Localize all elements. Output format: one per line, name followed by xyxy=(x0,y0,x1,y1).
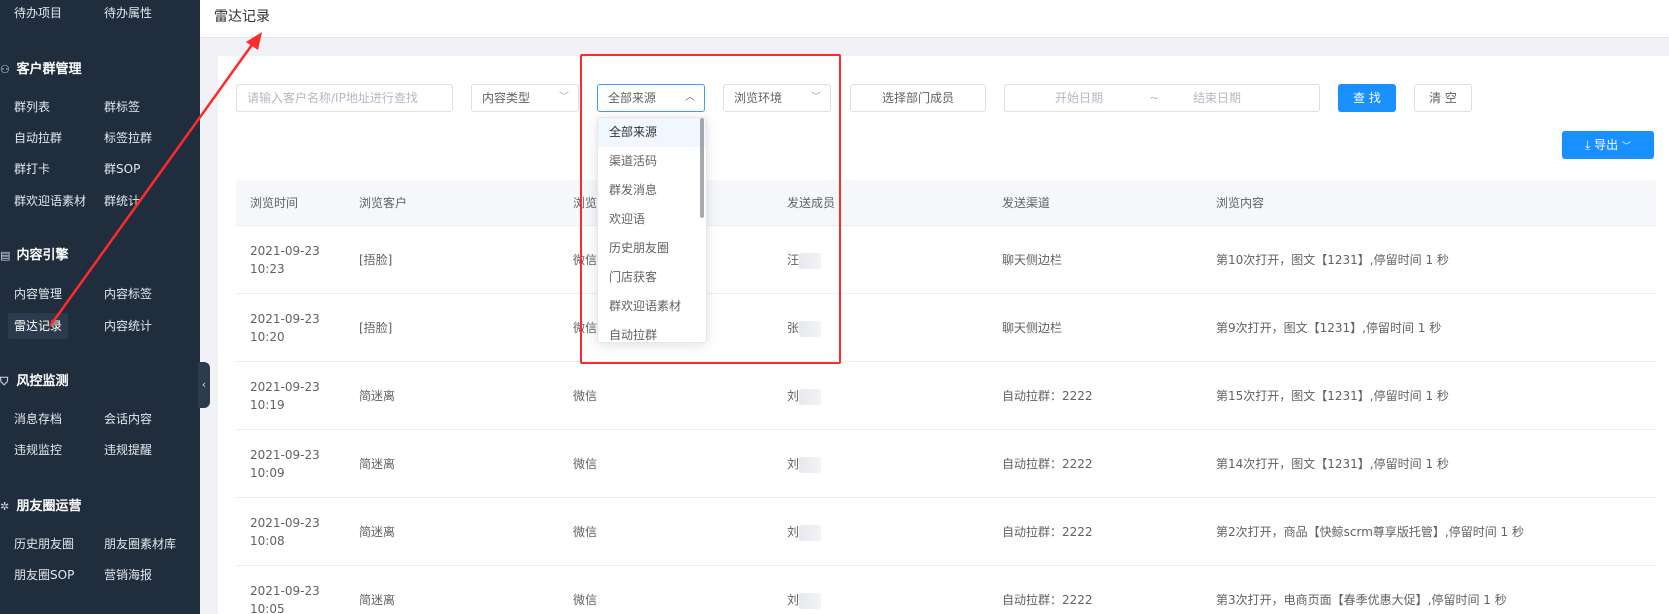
cell-content: 第15次打开，图文【1231】,停留时间 1 秒 xyxy=(1216,389,1449,403)
cell-env: 微信 xyxy=(573,389,598,403)
table-row: 2021-09-23 10:20 [捂脸] 微信 张 聊天侧边栏 第9次打开，图文… xyxy=(236,294,1656,362)
annotation-highlight-box xyxy=(580,54,841,364)
cell-channel: 聊天侧边栏 xyxy=(1002,253,1063,267)
table-row: 2021-09-23 10:23 [捂脸] 微信 汪 聊天侧边栏 第10次打开，图… xyxy=(236,226,1656,294)
cell-env: 微信 xyxy=(573,593,598,607)
date-separator: ~ xyxy=(1149,91,1160,105)
sidebar-item-group-sop[interactable]: 群SOP xyxy=(104,156,140,182)
sidebar-item-moments-history[interactable]: 历史朋友圈 xyxy=(14,531,74,557)
sidebar-item-tag-group[interactable]: 标签拉群 xyxy=(104,125,152,151)
sidebar-item-moments-library[interactable]: 朋友圈素材库 xyxy=(104,531,176,557)
chevron-down-icon: ﹀ xyxy=(1621,142,1631,152)
sidebar-group-customer-group[interactable]: ⚇ 客户群管理 xyxy=(0,56,82,84)
table-header: 浏览时间 浏览客户 浏览 发送成员 发送渠道 浏览内容 xyxy=(236,180,1656,226)
cell-customer: 简迷离 xyxy=(359,389,396,403)
cell-channel: 聊天侧边栏 xyxy=(1002,321,1063,335)
sidebar: 待办项目 待办属性 ⚇ 客户群管理 群列表 群标签 自动拉群 标签拉群 群打卡 … xyxy=(0,0,200,614)
sidebar-item-content-stats[interactable]: 内容统计 xyxy=(104,313,152,339)
cell-content: 第10次打开，图文【1231】,停留时间 1 秒 xyxy=(1216,253,1449,267)
cell-env: 微信 xyxy=(573,525,598,539)
search-input[interactable]: 请输入客户名称/IP地址进行查找 xyxy=(236,84,453,112)
chevron-down-icon: ﹀ xyxy=(559,92,569,103)
cell-channel: 自动拉群：2222 xyxy=(1002,593,1093,607)
cell-member: 刘 xyxy=(787,387,822,405)
sidebar-item-violation-monitor[interactable]: 违规监控 xyxy=(14,437,62,463)
cell-time: 2021-09-23 10:05 xyxy=(250,584,320,614)
search-button[interactable]: 查 找 xyxy=(1338,84,1396,112)
cell-content: 第9次打开，图文【1231】,停留时间 1 秒 xyxy=(1216,321,1442,335)
sidebar-collapse-button[interactable]: ‹ xyxy=(198,362,210,408)
cell-channel: 自动拉群：2222 xyxy=(1002,525,1093,539)
cell-content: 第2次打开，商品【快鲸scrm尊享版托管】,停留时间 1 秒 xyxy=(1216,525,1524,539)
content-icon: ▤ xyxy=(0,249,11,262)
sidebar-item-violation-alert[interactable]: 违规提醒 xyxy=(104,437,152,463)
sidebar-group-content-engine[interactable]: ▤ 内容引擎 xyxy=(0,242,69,270)
sidebar-item-group-welcome[interactable]: 群欢迎语素材 xyxy=(14,188,86,214)
cell-customer: [捂脸] xyxy=(359,321,393,335)
download-icon: ⤓ xyxy=(1585,138,1591,152)
column-header: 浏览时间 xyxy=(250,196,299,210)
sidebar-item-moments-sop[interactable]: 朋友圈SOP xyxy=(14,562,74,588)
sidebar-item-group-tags[interactable]: 群标签 xyxy=(104,94,140,120)
cell-time: 2021-09-23 10:19 xyxy=(250,380,320,412)
table-row: 2021-09-23 10:19 简迷离 微信 刘 自动拉群：2222 第15次打… xyxy=(236,362,1656,430)
cell-customer: [捂脸] xyxy=(359,253,393,267)
sidebar-item-marketing-poster[interactable]: 营销海报 xyxy=(104,562,152,588)
sidebar-item-content-tags[interactable]: 内容标签 xyxy=(104,281,152,307)
table-row: 2021-09-23 10:08 简迷离 微信 刘 自动拉群：2222 第2次打开… xyxy=(236,498,1656,566)
sidebar-group-risk-control[interactable]: ⛉ 风控监测 xyxy=(0,368,69,396)
page-title: 雷达记录 xyxy=(214,9,270,25)
chevron-left-icon: ‹ xyxy=(201,378,207,391)
sidebar-item-group-stats[interactable]: 群统计 xyxy=(104,188,140,214)
clear-button[interactable]: 清 空 xyxy=(1414,84,1472,112)
column-header: 浏览内容 xyxy=(1216,196,1265,210)
cell-member: 刘 xyxy=(787,523,822,541)
content-type-select[interactable]: 内容类型 ﹀ xyxy=(471,84,579,112)
cell-time: 2021-09-23 10:08 xyxy=(250,516,320,548)
sidebar-item-group-checkin[interactable]: 群打卡 xyxy=(14,156,50,182)
sidebar-item-todo[interactable]: 待办项目 xyxy=(14,0,62,26)
end-date-input[interactable]: 结束日期 xyxy=(1193,85,1241,111)
member-select[interactable]: 选择部门成员 xyxy=(850,84,986,112)
sidebar-item-content-manage[interactable]: 内容管理 xyxy=(14,281,62,307)
sidebar-item-todo-attr[interactable]: 待办属性 xyxy=(104,0,152,26)
cell-time: 2021-09-23 10:23 xyxy=(250,244,320,276)
sidebar-item-radar-records[interactable]: 雷达记录 xyxy=(8,313,69,339)
cell-customer: 简迷离 xyxy=(359,457,396,471)
cell-time: 2021-09-23 10:09 xyxy=(250,448,320,480)
column-header: 发送渠道 xyxy=(1002,196,1051,210)
sidebar-item-auto-group[interactable]: 自动拉群 xyxy=(14,125,62,151)
column-header: 浏览客户 xyxy=(359,196,408,210)
cell-customer: 简迷离 xyxy=(359,525,396,539)
sidebar-item-msg-archive[interactable]: 消息存档 xyxy=(14,406,62,432)
shield-icon: ⛉ xyxy=(0,375,9,388)
cell-member: 刘 xyxy=(787,455,822,473)
date-range-picker[interactable]: 开始日期 ~ 结束日期 xyxy=(1004,84,1320,112)
cell-env: 微信 xyxy=(573,457,598,471)
sidebar-item-session-content[interactable]: 会话内容 xyxy=(104,406,152,432)
cell-time: 2021-09-23 10:20 xyxy=(250,312,320,344)
table-row: 2021-09-23 10:05 简迷离 微信 刘 自动拉群：2222 第3次打开… xyxy=(236,566,1656,614)
cell-channel: 自动拉群：2222 xyxy=(1002,457,1093,471)
cell-channel: 自动拉群：2222 xyxy=(1002,389,1093,403)
header: 雷达记录 xyxy=(200,0,1669,38)
sidebar-group-moments[interactable]: ✲ 朋友圈运营 xyxy=(0,493,82,521)
moments-icon: ✲ xyxy=(0,500,10,513)
export-button[interactable]: ⤓ 导出 ﹀ xyxy=(1562,131,1654,159)
cell-member: 刘 xyxy=(787,591,822,609)
table-row: 2021-09-23 10:09 简迷离 微信 刘 自动拉群：2222 第14次打… xyxy=(236,430,1656,498)
group-icon: ⚇ xyxy=(0,63,10,76)
cell-customer: 简迷离 xyxy=(359,593,396,607)
sidebar-item-group-list[interactable]: 群列表 xyxy=(14,94,50,120)
cell-content: 第14次打开，图文【1231】,停留时间 1 秒 xyxy=(1216,457,1449,471)
cell-content: 第3次打开，电商页面【春季优惠大促】,停留时间 1 秒 xyxy=(1216,593,1507,607)
start-date-input[interactable]: 开始日期 xyxy=(1055,85,1103,111)
